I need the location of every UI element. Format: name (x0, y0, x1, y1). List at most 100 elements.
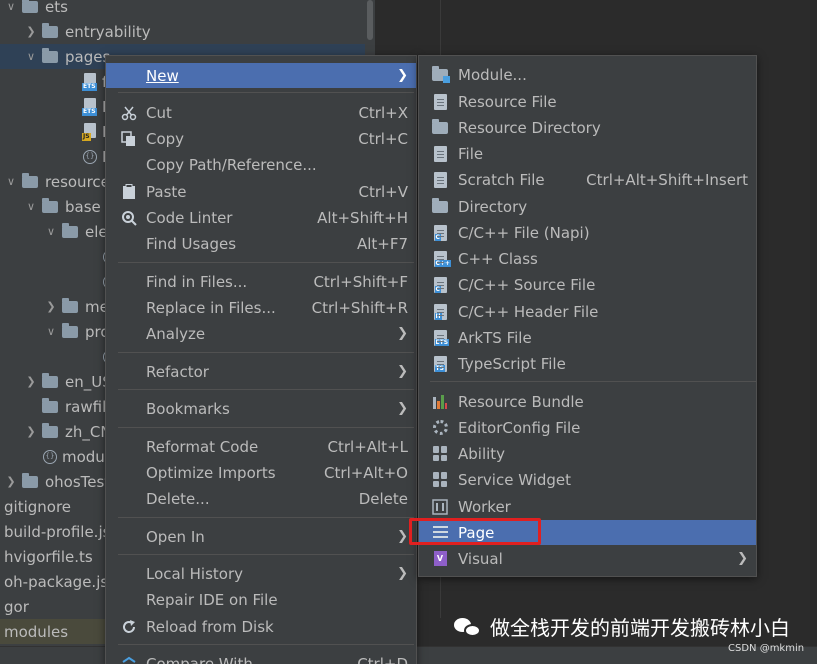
folder-icon (42, 47, 58, 63)
chevron-right-icon[interactable]: ❯ (4, 475, 18, 488)
submenu-item-cpp-file-napi[interactable]: C C/C++ File (Napi) (419, 220, 756, 245)
submenu-item-cpp-class[interactable]: C++ C++ Class (419, 246, 756, 271)
tree-scrollbar-thumb[interactable] (367, 0, 373, 40)
shortcut-label: Ctrl+Shift+F (313, 272, 408, 291)
menu-item-replace-in-files[interactable]: Replace in Files... Ctrl+Shift+R (106, 295, 416, 320)
paste-icon (120, 183, 138, 201)
tree-row-label: oh-package.jso (4, 572, 118, 591)
menu-item-optimize-imports[interactable]: Optimize Imports Ctrl+Alt+O (106, 460, 416, 485)
tree-row[interactable]: ∨ ets (0, 0, 375, 19)
folder-icon (42, 372, 58, 388)
menu-item-cut[interactable]: Cut Ctrl+X (106, 100, 416, 125)
submenu-item-label: Scratch File (458, 170, 545, 189)
menu-item-label: Bookmarks (146, 399, 230, 418)
menu-item-label: New (146, 66, 179, 85)
menu-item-label: Reformat Code (146, 437, 259, 456)
chevron-down-icon[interactable]: ∨ (24, 50, 38, 63)
chevron-right-icon[interactable]: ❯ (24, 425, 38, 438)
chevron-down-icon[interactable]: ∨ (44, 325, 58, 338)
tree-row-label: entryability (65, 22, 151, 41)
visual-icon: V (431, 550, 449, 568)
tree-row[interactable]: ❯ entryability (0, 19, 375, 44)
tree-row-label: base (65, 197, 101, 216)
menu-item-label: Repair IDE on File (146, 590, 278, 609)
c-header-icon: H (431, 303, 449, 321)
folder-icon (62, 322, 78, 338)
gear-icon (431, 419, 449, 437)
tree-row-label: build-profile.jso (4, 522, 120, 541)
chevron-down-icon[interactable]: ∨ (24, 200, 38, 213)
submenu-item-resource-file[interactable]: Resource File (419, 89, 756, 114)
menu-item-label: Optimize Imports (146, 463, 276, 482)
typescript-file-icon: TS (431, 355, 449, 373)
menu-separator (118, 554, 414, 555)
menu-item-delete[interactable]: Delete... Delete (106, 486, 416, 511)
menu-item-open-in[interactable]: Open In ❯ (106, 524, 416, 549)
menu-item-code-linter[interactable]: Code Linter Alt+Shift+H (106, 205, 416, 230)
submenu-item-ability[interactable]: Ability (419, 441, 756, 466)
submenu-arrow-icon: ❯ (397, 326, 408, 341)
chevron-right-icon[interactable]: ❯ (24, 375, 38, 388)
menu-item-copy[interactable]: Copy Ctrl+C (106, 126, 416, 151)
code-linter-icon (120, 209, 138, 227)
submenu-item-visual[interactable]: V Visual ❯ (419, 546, 756, 571)
submenu-item-service-widget[interactable]: Service Widget (419, 467, 756, 492)
menu-item-local-history[interactable]: Local History ❯ (106, 561, 416, 586)
shortcut-label: Ctrl+C (358, 129, 408, 148)
folder-icon (42, 22, 58, 38)
submenu-item-resource-directory[interactable]: Resource Directory (419, 115, 756, 140)
submenu-item-module[interactable]: Module... (419, 62, 756, 87)
ets-file-icon: ETS (82, 72, 98, 91)
submenu-item-label: File (458, 144, 484, 163)
menu-item-reformat-code[interactable]: Reformat Code Ctrl+Alt+L (106, 434, 416, 459)
resource-file-icon (431, 93, 449, 111)
watermark: 做全栈开发的前端开发搬砖林小白 (454, 612, 790, 641)
c-source-icon: C (431, 276, 449, 294)
submenu-item-editorconfig-file[interactable]: EditorConfig File (419, 415, 756, 440)
submenu-item-label: Resource Bundle (458, 392, 584, 411)
menu-item-find-usages[interactable]: Find Usages Alt+F7 (106, 231, 416, 256)
submenu-item-scratch-file[interactable]: Scratch File Ctrl+Alt+Shift+Insert (419, 167, 756, 192)
menu-item-repair-ide[interactable]: Repair IDE on File (106, 587, 416, 612)
menu-item-analyze[interactable]: Analyze ❯ (106, 321, 416, 346)
menu-item-paste[interactable]: Paste Ctrl+V (106, 179, 416, 204)
submenu-item-cpp-source-file[interactable]: C C/C++ Source File (419, 272, 756, 297)
submenu-item-cpp-header-file[interactable]: H C/C++ Header File (419, 299, 756, 324)
submenu-item-worker[interactable]: Worker (419, 494, 756, 519)
submenu-item-label: Worker (458, 497, 511, 516)
js-file-icon: JS (82, 122, 98, 141)
tree-row-label: ohosTest (45, 472, 111, 491)
submenu-item-directory[interactable]: Directory (419, 194, 756, 219)
menu-item-label: Paste (146, 182, 187, 201)
menu-item-label: Delete... (146, 489, 210, 508)
menu-item-new[interactable]: New ❯ (106, 63, 416, 88)
chevron-right-icon[interactable]: ❯ (44, 300, 58, 313)
submenu-item-label: C++ Class (458, 249, 538, 268)
scratch-file-icon (431, 171, 449, 189)
menu-item-copy-path[interactable]: Copy Path/Reference... (106, 152, 416, 177)
submenu-item-label: EditorConfig File (458, 418, 581, 437)
menu-item-find-in-files[interactable]: Find in Files... Ctrl+Shift+F (106, 269, 416, 294)
tree-row-label: rawfil (65, 397, 107, 416)
context-menu: New ❯ Cut Ctrl+X Copy Ctrl+C Copy Path/R… (105, 55, 417, 664)
submenu-item-typescript-file[interactable]: TS TypeScript File (419, 351, 756, 376)
menu-item-bookmarks[interactable]: Bookmarks ❯ (106, 396, 416, 421)
submenu-item-label: Resource File (458, 92, 557, 111)
chevron-right-icon[interactable]: ❯ (24, 25, 38, 38)
menu-item-label: Find Usages (146, 234, 237, 253)
shortcut-label: Ctrl+Alt+L (327, 437, 409, 456)
submenu-item-arkts-file[interactable]: ETS ArkTS File (419, 325, 756, 350)
folder-icon (62, 222, 78, 238)
new-submenu: Module... Resource File Resource Directo… (418, 55, 757, 577)
submenu-item-label: ArkTS File (458, 328, 532, 347)
menu-item-reload-from-disk[interactable]: Reload from Disk (106, 614, 416, 639)
chevron-down-icon[interactable]: ∨ (44, 225, 58, 238)
tree-row-label: modules (4, 622, 69, 641)
chevron-down-icon[interactable]: ∨ (4, 0, 18, 13)
menu-item-refactor[interactable]: Refactor ❯ (106, 359, 416, 384)
menu-item-compare-with[interactable]: Compare With... Ctrl+D (106, 651, 416, 664)
folder-icon (42, 197, 58, 213)
submenu-item-file[interactable]: File (419, 141, 756, 166)
submenu-item-resource-bundle[interactable]: Resource Bundle (419, 389, 756, 414)
chevron-down-icon[interactable]: ∨ (4, 175, 18, 188)
